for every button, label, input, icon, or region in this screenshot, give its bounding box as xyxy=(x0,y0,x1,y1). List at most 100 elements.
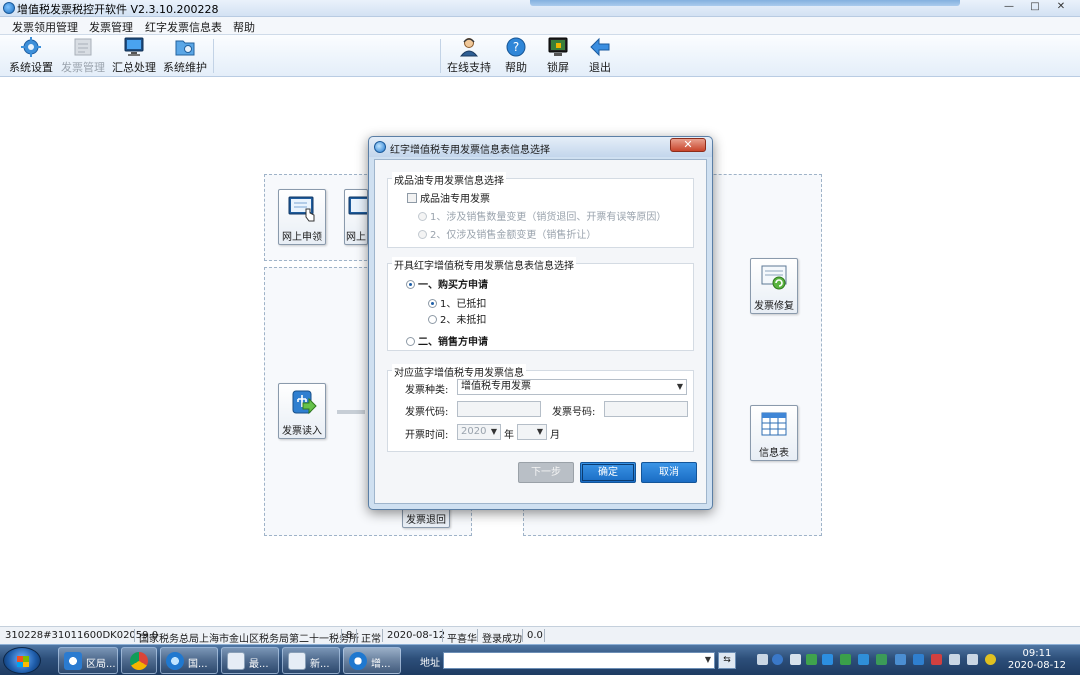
user-support-icon xyxy=(459,38,479,57)
menu-invoice-receive[interactable]: 发票领用管理 xyxy=(12,19,78,35)
maximize-button[interactable]: □ xyxy=(1022,0,1048,14)
red-info-select-group: 开具红字增值税专用发票信息表信息选择 一、购买方申请 1、已抵扣 2、未抵扣 二… xyxy=(387,257,694,351)
exit-button[interactable]: 退出 xyxy=(584,37,616,75)
toolbar-label: 退出 xyxy=(589,61,611,74)
keyboard-icon[interactable] xyxy=(757,654,768,665)
invoice-manage-button[interactable]: 发票管理 xyxy=(60,37,106,75)
month-select[interactable]: ▼ xyxy=(517,424,547,440)
refined-oil-option-1[interactable]: 1、涉及销售数量变更（销货退回、开票有误等原因） xyxy=(418,208,666,223)
cancel-button[interactable]: 取消 xyxy=(641,462,697,483)
task-chrome[interactable] xyxy=(121,647,157,674)
shield-icon[interactable] xyxy=(806,654,817,665)
address-go-button[interactable]: ⇆ xyxy=(718,652,736,669)
not-deducted-radio[interactable]: 2、未抵扣 xyxy=(428,311,486,326)
summary-process-button[interactable]: 汇总处理 xyxy=(111,37,157,75)
toolbar-label: 帮助 xyxy=(505,61,527,74)
flag-icon[interactable] xyxy=(931,654,942,665)
invoice-code-input[interactable] xyxy=(457,401,541,417)
toolbar-label: 系统设置 xyxy=(9,61,53,74)
clock-date: 2020-08-12 xyxy=(1007,660,1066,671)
refined-oil-checkbox[interactable]: 成品油专用发票 xyxy=(407,190,490,205)
invoice-number-input[interactable] xyxy=(604,401,688,417)
ok-button[interactable]: 确定 xyxy=(580,462,636,483)
radio-label: 2、仅涉及销售金额变更（销售折让） xyxy=(430,230,597,241)
qq-icon xyxy=(64,652,82,670)
tray-icon[interactable] xyxy=(790,654,801,665)
group-title: 对应蓝字增值税专用发票信息 xyxy=(392,364,526,379)
group-title: 开具红字增值税专用发票信息表信息选择 xyxy=(392,257,576,272)
buyer-apply-radio[interactable]: 一、购买方申请 xyxy=(406,276,488,291)
lock-screen-button[interactable]: 锁屏 xyxy=(542,37,574,75)
clock[interactable]: 09:11 2020-08-12 xyxy=(1008,648,1066,672)
system-settings-button[interactable]: 系统设置 xyxy=(8,37,54,75)
invoice-number-label: 发票号码: xyxy=(552,407,596,418)
online-partial-label: 网上 xyxy=(346,232,366,243)
deducted-radio[interactable]: 1、已抵扣 xyxy=(428,295,486,310)
network-monitor-icon[interactable] xyxy=(858,654,869,665)
group-title: 成品油专用发票信息选择 xyxy=(392,172,506,187)
dialog-close-button[interactable]: ✕ xyxy=(670,138,706,152)
radio-circle xyxy=(428,299,437,308)
address-input[interactable]: ▼ xyxy=(443,652,715,669)
task-label: 增... xyxy=(371,659,391,670)
task-word-2[interactable]: 新... xyxy=(282,647,340,674)
task-tax-app[interactable]: 增... xyxy=(343,647,401,674)
toolbar-label: 发票管理 xyxy=(61,61,105,74)
update-icon[interactable] xyxy=(840,654,851,665)
status-machine-code: 310228#31011600DK02059.0 xyxy=(5,630,159,641)
invoice-type-value: 增值税专用发票 xyxy=(461,381,531,392)
menu-help[interactable]: 帮助 xyxy=(233,19,255,35)
online-apply-button[interactable]: 网上申领 xyxy=(278,189,326,245)
year-unit-label: 年 xyxy=(504,430,514,441)
system-maintain-button[interactable]: 系统维护 xyxy=(162,37,208,75)
minimize-button[interactable]: — xyxy=(996,0,1022,14)
display-icon[interactable] xyxy=(895,654,906,665)
status-user: 平喜华 xyxy=(447,634,477,645)
checkbox-box xyxy=(407,193,417,203)
start-button[interactable] xyxy=(3,647,41,674)
seller-apply-radio[interactable]: 二、销售方申请 xyxy=(406,333,488,348)
toolbar-separator xyxy=(440,39,441,73)
status-bar: 310228#31011600DK02059.0 国家税务总局上海市金山区税务局… xyxy=(0,626,1080,645)
online-apply-label: 网上申领 xyxy=(282,232,322,243)
svg-text:?: ? xyxy=(513,40,519,54)
year-select[interactable]: 2020 ▼ xyxy=(457,424,501,440)
status-date: 2020-08-12 xyxy=(387,630,446,641)
next-step-button[interactable]: 下一步 xyxy=(518,462,574,483)
year-value: 2020 xyxy=(461,426,487,437)
dialog-title: 红字增值税专用发票信息表信息选择 xyxy=(390,145,550,156)
chrome-icon xyxy=(130,652,148,670)
month-unit-label: 月 xyxy=(550,430,560,441)
security-icon[interactable] xyxy=(822,654,833,665)
online-partial-button[interactable]: 网上 xyxy=(344,189,368,245)
invoice-repair-button[interactable]: 发票修复 xyxy=(750,258,798,314)
status-separator xyxy=(442,629,443,642)
task-word-1[interactable]: 最... xyxy=(221,647,279,674)
app-logo-icon xyxy=(3,2,15,14)
radio-label: 二、销售方申请 xyxy=(418,337,488,348)
menu-invoice-manage[interactable]: 发票管理 xyxy=(89,19,133,35)
task-ie[interactable]: 国... xyxy=(160,647,218,674)
close-button[interactable]: ✕ xyxy=(1048,0,1074,14)
help-tray-icon[interactable] xyxy=(772,654,783,665)
refined-oil-option-2[interactable]: 2、仅涉及销售金额变更（销售折让） xyxy=(418,226,596,241)
task-qq[interactable]: 区局... xyxy=(58,647,118,674)
volume-icon[interactable] xyxy=(967,654,978,665)
menu-red-invoice-info[interactable]: 红字发票信息表 xyxy=(145,19,222,35)
plus-icon[interactable] xyxy=(985,654,996,665)
info-table-button[interactable]: 信息表 xyxy=(750,405,798,461)
title-bar-decoration xyxy=(530,0,960,6)
title-bar: 增值税发票税控开软件 V2.3.10.200228 — □ ✕ xyxy=(0,0,1080,17)
invoice-icon xyxy=(74,38,92,56)
status-version: 0.0 xyxy=(527,630,543,641)
online-support-button[interactable]: 在线支持 xyxy=(446,37,492,75)
sync-icon[interactable] xyxy=(913,654,924,665)
network-icon[interactable] xyxy=(949,654,960,665)
invoice-read-label: 发票读入 xyxy=(282,426,322,437)
chevron-down-icon: ▼ xyxy=(704,655,711,664)
refined-oil-group: 成品油专用发票信息选择 成品油专用发票 1、涉及销售数量变更（销货退回、开票有误… xyxy=(387,172,694,248)
invoice-type-select[interactable]: 增值税专用发票 ▼ xyxy=(457,379,687,395)
tool-icon[interactable] xyxy=(876,654,887,665)
invoice-read-button[interactable]: 发票读入 xyxy=(278,383,326,439)
help-button[interactable]: ? 帮助 xyxy=(500,37,532,75)
